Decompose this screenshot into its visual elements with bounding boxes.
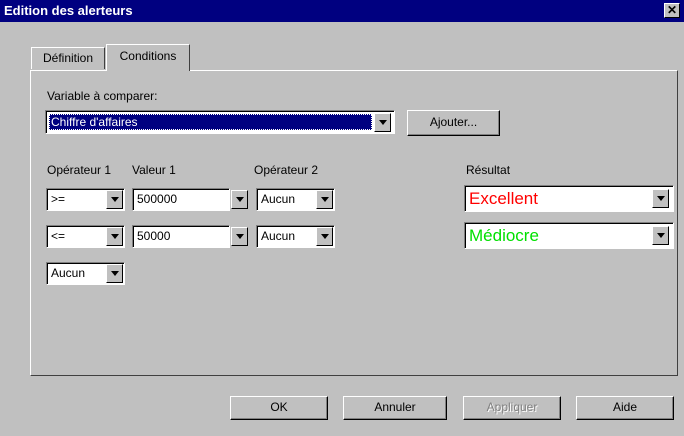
apply-button[interactable]: Appliquer: [463, 396, 561, 420]
chevron-down-icon[interactable]: [316, 190, 333, 209]
value1-input[interactable]: 500000: [132, 188, 230, 211]
operator1-select[interactable]: Aucun: [46, 262, 125, 285]
tab-conditions[interactable]: Conditions: [106, 44, 190, 71]
operator2-value: Aucun: [261, 192, 296, 206]
header-operator1: Opérateur 1: [47, 163, 112, 177]
variable-label: Variable à comparer:: [47, 89, 158, 103]
operator1-value: Aucun: [51, 266, 86, 280]
tab-definition[interactable]: Définition: [31, 47, 105, 69]
header-operator2: Opérateur 2: [254, 163, 319, 177]
result-select[interactable]: Médiocre: [464, 222, 674, 249]
title-bar[interactable]: Edition des alerteurs ✕: [0, 0, 684, 22]
close-button[interactable]: ✕: [664, 3, 680, 18]
tab-definition-label: Définition: [42, 51, 94, 65]
header-value1: Valeur 1: [132, 163, 176, 177]
operator2-select[interactable]: Aucun: [256, 225, 335, 248]
variable-select-value: Chiffre d'affaires: [51, 115, 138, 129]
ok-button[interactable]: OK: [230, 396, 328, 420]
chevron-down-icon[interactable]: [652, 189, 669, 208]
value1-value: 500000: [137, 192, 178, 206]
operator2-value: Aucun: [261, 229, 296, 243]
result-select[interactable]: Excellent: [464, 185, 674, 212]
operator1-value: <=: [51, 229, 66, 243]
chevron-down-icon[interactable]: [106, 264, 123, 283]
chevron-down-icon[interactable]: [106, 190, 123, 209]
chevron-down-icon[interactable]: [231, 190, 248, 209]
add-button[interactable]: Ajouter...: [407, 110, 500, 136]
chevron-down-icon[interactable]: [316, 227, 333, 246]
variable-select[interactable]: Chiffre d'affaires: [45, 110, 395, 134]
tab-conditions-label: Conditions: [119, 49, 177, 63]
operator2-select[interactable]: Aucun: [256, 188, 335, 211]
value1-value: 50000: [137, 229, 171, 243]
chevron-down-icon[interactable]: [231, 227, 248, 246]
chevron-down-icon[interactable]: [106, 227, 123, 246]
operator1-select[interactable]: <=: [46, 225, 125, 248]
result-value: Médiocre: [469, 226, 539, 245]
operator1-value: >=: [51, 192, 66, 206]
help-button[interactable]: Aide: [576, 396, 674, 420]
result-value: Excellent: [469, 189, 538, 208]
cancel-button[interactable]: Annuler: [343, 396, 447, 420]
value1-input[interactable]: 50000: [132, 225, 230, 248]
close-icon: ✕: [666, 3, 678, 17]
chevron-down-icon[interactable]: [652, 226, 669, 245]
header-result: Résultat: [466, 163, 511, 177]
window-title: Edition des alerteurs: [4, 3, 133, 18]
dialog-window: Edition des alerteurs ✕ Définition Condi…: [0, 0, 684, 436]
operator1-select[interactable]: >=: [46, 188, 125, 211]
chevron-down-icon[interactable]: [374, 113, 391, 132]
